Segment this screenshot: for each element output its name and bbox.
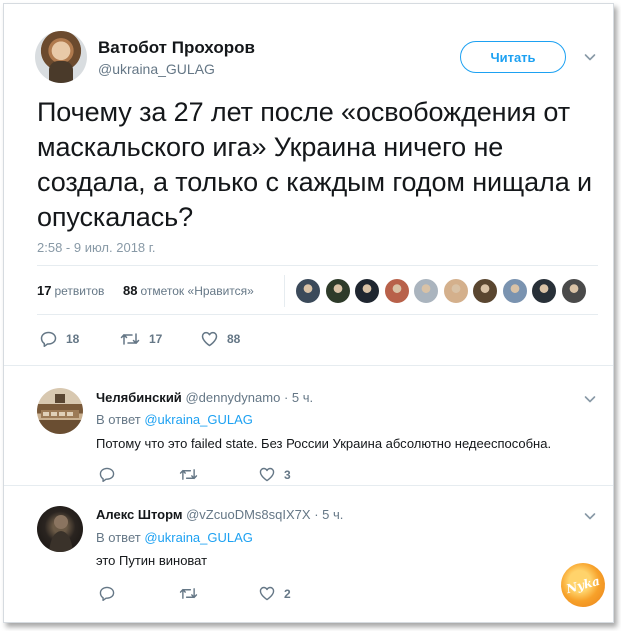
retweet-icon	[179, 467, 198, 482]
likes-stat[interactable]: 88 отметок «Нравится»	[123, 283, 254, 298]
like-count: 88	[227, 332, 241, 346]
reply-action[interactable]	[99, 467, 115, 482]
retweet-count: 17	[149, 332, 163, 346]
reply-text: Потому что это failed state. Без России …	[96, 436, 552, 451]
retweets-stat[interactable]: 17 ретвитов	[37, 283, 104, 298]
reply-handle: @dennydynamo	[185, 390, 281, 405]
liker-avatar[interactable]	[383, 278, 410, 304]
liker-avatar[interactable]	[413, 278, 439, 304]
author-display-name[interactable]: Ватобот Прохоров	[98, 38, 255, 58]
author-avatar[interactable]	[35, 31, 87, 83]
reply-icon	[40, 331, 57, 347]
tweet-card: Ватобот Прохоров @ukraina_GULAG Читать П…	[3, 3, 614, 623]
retweet-action[interactable]	[179, 586, 198, 601]
likes-label: отметок «Нравится»	[140, 284, 254, 298]
in-reply-to: В ответ @ukraina_GULAG	[96, 412, 253, 427]
reply-action[interactable]: 18	[40, 331, 79, 347]
stats-divider	[284, 275, 285, 307]
likers-avatars	[295, 278, 590, 304]
retweet-action[interactable]	[179, 467, 198, 482]
reply-author[interactable]: Челябинский @dennydynamo · 5 ч.	[96, 390, 313, 405]
liker-avatar[interactable]	[295, 278, 321, 304]
heart-icon	[259, 467, 275, 482]
heart-icon	[201, 331, 218, 347]
reply-display-name: Алекс Шторм	[96, 507, 183, 522]
in-reply-handle-link[interactable]: @ukraina_GULAG	[144, 412, 253, 427]
liker-avatar[interactable]	[531, 278, 557, 304]
reply-tweet[interactable]: Алекс Шторм @vZcuoDMs8sqIX7X · 5 ч. В от…	[4, 486, 613, 622]
liker-avatar[interactable]	[560, 278, 587, 304]
liker-avatar[interactable]	[442, 278, 469, 304]
follow-button[interactable]: Читать	[460, 41, 566, 73]
like-count: 3	[284, 467, 291, 482]
chevron-down-icon[interactable]	[584, 510, 596, 522]
retweet-icon	[179, 586, 198, 601]
likes-count: 88	[123, 283, 138, 298]
reply-time: · 5 ч.	[314, 507, 344, 522]
retweet-icon	[120, 331, 140, 347]
like-action[interactable]: 2	[259, 586, 291, 601]
like-count: 2	[284, 586, 291, 601]
reply-avatar[interactable]	[37, 506, 83, 552]
retweet-action[interactable]: 17	[120, 331, 162, 347]
chevron-down-icon[interactable]	[584, 51, 596, 63]
liker-avatar[interactable]	[324, 278, 351, 304]
in-reply-handle-link[interactable]: @ukraina_GULAG	[144, 530, 253, 545]
like-action[interactable]: 88	[201, 331, 240, 347]
author-handle[interactable]: @ukraina_GULAG	[98, 61, 215, 77]
retweets-label: ретвитов	[54, 284, 105, 298]
reply-action[interactable]	[99, 586, 115, 601]
tweet-stats: 17 ретвитов 88 отметок «Нравится»	[37, 265, 598, 315]
main-tweet: Ватобот Прохоров @ukraina_GULAG Читать П…	[4, 4, 613, 366]
in-reply-prefix: В ответ	[96, 412, 141, 427]
tweet-timestamp[interactable]: 2:58 - 9 июл. 2018 г.	[37, 240, 156, 255]
reply-tweet[interactable]: Челябинский @dennydynamo · 5 ч. В ответ …	[4, 366, 613, 486]
reply-avatar[interactable]	[37, 388, 83, 434]
tweet-text: Почему за 27 лет после «освобождения от …	[37, 97, 593, 232]
chevron-down-icon[interactable]	[584, 393, 596, 405]
retweets-count: 17	[37, 283, 52, 298]
reply-display-name: Челябинский	[96, 390, 182, 405]
in-reply-prefix: В ответ	[96, 530, 141, 545]
reply-count: 18	[66, 332, 80, 346]
in-reply-to: В ответ @ukraina_GULAG	[96, 530, 253, 545]
liker-avatar[interactable]	[472, 278, 498, 304]
reply-icon	[99, 467, 115, 482]
reply-icon	[99, 586, 115, 601]
reply-text: это Путин виноват	[96, 553, 208, 568]
liker-avatar[interactable]	[501, 278, 528, 304]
reply-author[interactable]: Алекс Шторм @vZcuoDMs8sqIX7X · 5 ч.	[96, 507, 343, 522]
heart-icon	[259, 586, 275, 601]
reply-time: · 5 ч.	[283, 390, 314, 405]
like-action[interactable]: 3	[259, 467, 291, 482]
reply-handle: @vZcuoDMs8sqIX7X	[186, 507, 311, 522]
liker-avatar[interactable]	[354, 278, 380, 304]
